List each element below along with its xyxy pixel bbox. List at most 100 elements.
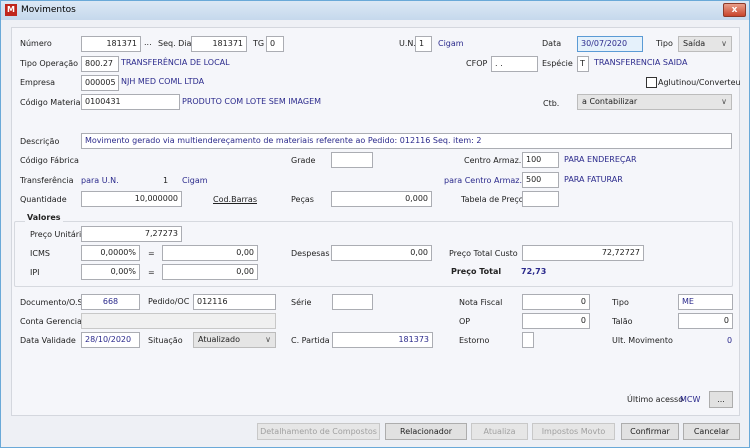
- chevron-down-icon: ∨: [265, 335, 271, 344]
- numero-lookup-button[interactable]: ...: [144, 38, 152, 47]
- tipo-operacao-label: Tipo Operação: [20, 59, 79, 68]
- talao-label: Talão: [612, 317, 633, 326]
- tipo-value: Saída: [683, 39, 706, 48]
- ultimo-acesso-label: Último acesso: [627, 395, 684, 404]
- empresa-desc: NJH MED COML LTDA: [121, 77, 205, 86]
- aglutinou-label: Aglutinou/Converteu: [658, 78, 741, 87]
- ipi-value-input[interactable]: 0,00: [162, 264, 258, 280]
- un-name: Cigam: [438, 39, 464, 48]
- tipo-label: Tipo: [656, 39, 673, 48]
- ult-movimento-value: 0: [727, 336, 733, 345]
- ult-movimento-label: Ult. Movimento: [612, 336, 673, 345]
- tipo-operacao-input[interactable]: 800.27: [81, 56, 119, 72]
- estorno-label: Estorno: [459, 336, 490, 345]
- preco-total-custo-input[interactable]: 72,72727: [522, 245, 644, 261]
- op-label: OP: [459, 317, 471, 326]
- preco-unitario-label: Preço Unitário: [30, 230, 87, 239]
- un-label: U.N.: [399, 39, 416, 48]
- un-input[interactable]: 1: [415, 36, 432, 52]
- tabela-preco-input[interactable]: [522, 191, 559, 207]
- pedido-label: Pedido/OC: [148, 297, 190, 306]
- quantidade-input[interactable]: 10,000000: [81, 191, 182, 207]
- ctb-select[interactable]: a Contabilizar ∨: [577, 94, 732, 110]
- close-button[interactable]: x: [723, 3, 746, 17]
- window-title: Movimentos: [21, 5, 76, 15]
- seq-dia-input[interactable]: 181371: [191, 36, 247, 52]
- ultimo-acesso-value: MCW: [680, 395, 701, 404]
- empresa-input[interactable]: 000005: [81, 75, 119, 91]
- tabela-preco-label: Tabela de Preço: [461, 195, 524, 204]
- nota-fiscal-label: Nota Fiscal: [459, 298, 503, 307]
- conta-gerencial-label: Conta Gerencial: [20, 317, 85, 326]
- cod-barras-link[interactable]: Cod.Barras: [213, 195, 257, 204]
- serie-input[interactable]: [332, 294, 373, 310]
- data-label: Data: [542, 39, 562, 48]
- especie-input[interactable]: T: [577, 56, 589, 72]
- confirmar-button[interactable]: Confirmar: [621, 423, 679, 440]
- conta-gerencial-input[interactable]: [81, 313, 276, 329]
- preco-total-custo-label: Preço Total Custo: [449, 249, 518, 258]
- detalhamento-compostos-button[interactable]: Detalhamento de Compostos: [257, 423, 380, 440]
- chevron-down-icon: ∨: [721, 39, 727, 48]
- despesas-label: Despesas: [291, 249, 330, 258]
- codigo-material-input[interactable]: 0100431: [81, 94, 180, 110]
- ipi-equals: =: [148, 268, 155, 277]
- centro-armaz-label: Centro Armaz.: [464, 156, 522, 165]
- quantidade-label: Quantidade: [20, 195, 67, 204]
- para-centro-desc: PARA FATURAR: [564, 175, 623, 184]
- numero-input[interactable]: 181371: [81, 36, 141, 52]
- icms-equals: =: [148, 249, 155, 258]
- preco-total-label: Preço Total: [451, 267, 502, 276]
- para-centro-input[interactable]: 500: [522, 172, 559, 188]
- ipi-pct-input[interactable]: 0,00%: [81, 264, 140, 280]
- chevron-down-icon: ∨: [721, 97, 727, 106]
- tipo-doc-input[interactable]: ME: [678, 294, 733, 310]
- relacionador-button[interactable]: Relacionador: [385, 423, 467, 440]
- pecas-input[interactable]: 0,000: [331, 191, 432, 207]
- data-validade-input[interactable]: 28/10/2020: [81, 332, 140, 348]
- documento-input[interactable]: 668: [81, 294, 140, 310]
- op-input[interactable]: 0: [522, 313, 590, 329]
- centro-armaz-desc: PARA ENDEREÇAR: [564, 155, 637, 164]
- app-logo-icon: M: [5, 4, 17, 16]
- situacao-select[interactable]: Atualizado ∨: [193, 332, 276, 348]
- ctb-label: Ctb.: [543, 99, 560, 108]
- movimentos-window: M Movimentos x Número 181371 ... Seq. Di…: [0, 0, 750, 448]
- para-un-value: 1: [163, 176, 169, 185]
- preco-total-value: 72,73: [521, 267, 547, 276]
- transferencia-label: Transferência: [20, 176, 74, 185]
- documento-label: Documento/O.S: [20, 298, 83, 307]
- serie-label: Série: [291, 298, 312, 307]
- tg-label: TG: [253, 39, 265, 48]
- ultimo-acesso-button[interactable]: ...: [709, 391, 733, 408]
- ctb-value: a Contabilizar: [582, 97, 638, 106]
- centro-armaz-input[interactable]: 100: [522, 152, 559, 168]
- tipo-select[interactable]: Saída ∨: [678, 36, 732, 52]
- cancelar-button[interactable]: Cancelar: [683, 423, 740, 440]
- aglutinou-checkbox[interactable]: [646, 77, 657, 88]
- data-validade-label: Data Validade: [20, 336, 76, 345]
- despesas-input[interactable]: 0,00: [331, 245, 432, 261]
- codigo-fabrica-label: Código Fábrica: [20, 156, 79, 165]
- descricao-input[interactable]: Movimento gerado via multiendereçamento …: [81, 133, 732, 149]
- impostos-movto-button[interactable]: Impostos Movto: [532, 423, 615, 440]
- c-partida-input[interactable]: 181373: [332, 332, 433, 348]
- cfop-input[interactable]: . .: [491, 56, 538, 72]
- para-centro-label: para Centro Armaz.: [444, 176, 523, 185]
- atualiza-button[interactable]: Atualiza: [471, 423, 528, 440]
- codigo-material-desc: PRODUTO COM LOTE SEM IMAGEM: [182, 97, 322, 106]
- icms-pct-input[interactable]: 0,0000%: [81, 245, 140, 261]
- grade-input[interactable]: [331, 152, 373, 168]
- valores-title: Valores: [25, 213, 63, 222]
- data-input[interactable]: 30/07/2020: [577, 36, 643, 52]
- tg-input[interactable]: 0: [266, 36, 284, 52]
- talao-input[interactable]: 0: [678, 313, 733, 329]
- codigo-material-label: Código Material: [20, 98, 83, 107]
- tipo-operacao-desc: TRANSFERÊNCIA DE LOCAL: [121, 58, 230, 67]
- preco-unitario-input[interactable]: 7,27273: [81, 226, 182, 242]
- estorno-input[interactable]: [522, 332, 534, 348]
- pedido-input[interactable]: 012116: [193, 294, 276, 310]
- cod-barras-text: Cod.Barras: [213, 195, 257, 204]
- nota-fiscal-input[interactable]: 0: [522, 294, 590, 310]
- icms-value-input[interactable]: 0,00: [162, 245, 258, 261]
